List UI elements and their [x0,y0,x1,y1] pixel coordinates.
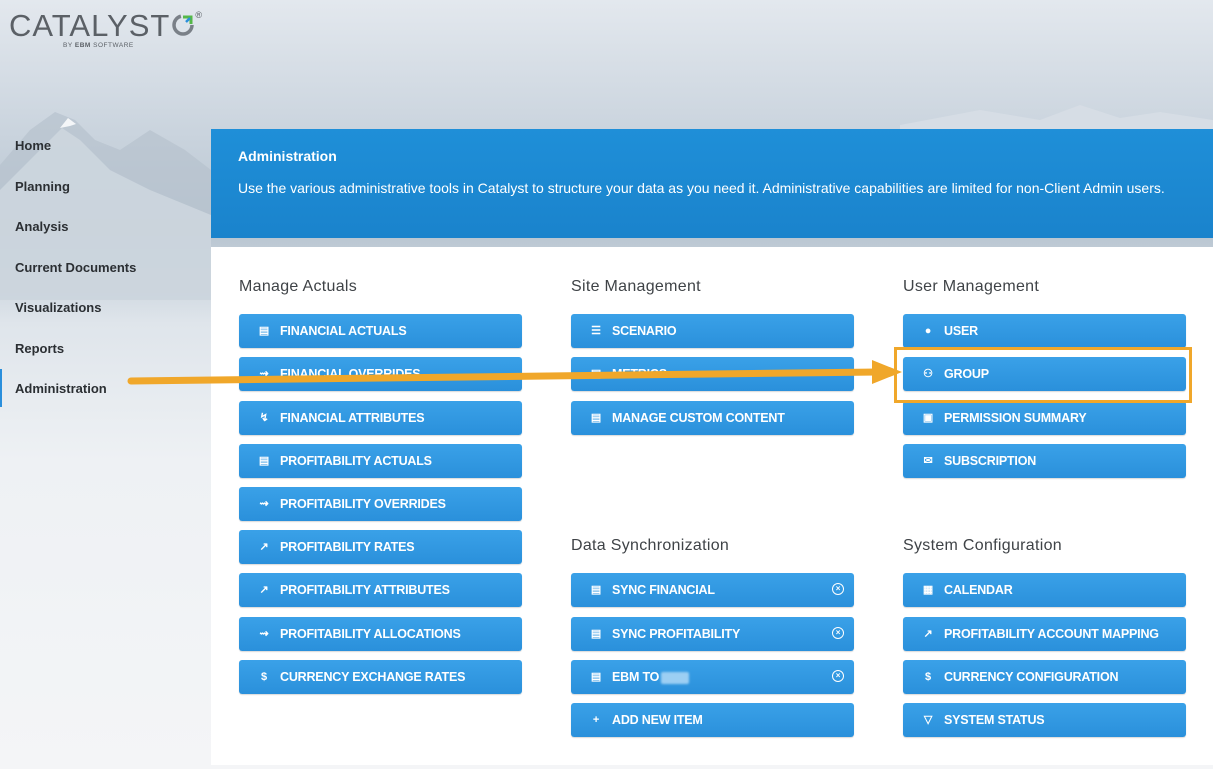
list-icon: ▤ [590,412,602,424]
list-icon: ▤ [590,584,602,596]
subscription-icon: ✉ [923,455,933,467]
calendar-icon: ▦ [922,584,934,596]
sync-financial-button[interactable]: ▤ SYNC FINANCIAL × [571,573,854,607]
admin-tools-panel: Manage Actuals ▤ FINANCIAL ACTUALS ⇝ FINAN… [211,247,1213,765]
currency-exchange-rates-button[interactable]: $ CURRENCY EXCHANGE RATES [239,660,522,694]
status-icon: ▽ [923,714,933,726]
sidebar-item-home[interactable]: Home [0,126,200,167]
ebm-to-sync-button[interactable]: ▤ EBM TO × [571,660,854,694]
metrics-button[interactable]: ▤ METRICS [571,357,854,391]
sidebar-item-visualizations[interactable]: Visualizations [0,288,200,329]
redacted-text [661,671,690,684]
profitability-allocations-button[interactable]: ⇝ PROFITABILITY ALLOCATIONS [239,617,522,651]
attribute-icon: ↯ [259,412,269,424]
profitability-actuals-button[interactable]: ▤ PROFITABILITY ACTUALS [239,444,522,478]
list-icon: ▤ [590,628,602,640]
active-nav-indicator [0,369,2,407]
sidebar-item-administration[interactable]: Administration [0,369,200,410]
catalyst-logo: CATALYST ® BY EBM SOFTWARE [9,8,202,49]
section-title-manage-actuals: Manage Actuals [239,278,358,295]
sidebar-item-reports[interactable]: Reports [0,329,200,370]
manage-custom-content-button[interactable]: ▤ MANAGE CUSTOM CONTENT [571,401,854,435]
list-icon: ▤ [258,455,270,467]
remove-icon[interactable]: × [832,583,844,595]
scenario-button[interactable]: ☰ SCENARIO [571,314,854,348]
subscription-button[interactable]: ✉ SUBSCRIPTION [903,444,1186,478]
profitability-account-mapping-button[interactable]: ↗ PROFITABILITY ACCOUNT MAPPING [903,617,1186,651]
remove-icon[interactable]: × [832,670,844,682]
sidebar-item-planning[interactable]: Planning [0,167,200,208]
profitability-overrides-button[interactable]: ⇝ PROFITABILITY OVERRIDES [239,487,522,521]
logo-mark-icon [171,13,195,37]
calendar-button[interactable]: ▦ CALENDAR [903,573,1186,607]
sidebar-nav: Home Planning Analysis Current Documents… [0,126,200,410]
override-icon: ⇝ [259,368,269,380]
list-icon: ▤ [258,325,270,337]
trend-icon: ↗ [259,584,269,596]
financial-overrides-button[interactable]: ⇝ FINANCIAL OVERRIDES [239,357,522,391]
profitability-attributes-button[interactable]: ↗ PROFITABILITY ATTRIBUTES [239,573,522,607]
logo-byline: BY EBM SOFTWARE [63,42,134,49]
list-icon: ▤ [590,368,602,380]
list-icon: ▤ [590,671,602,683]
page-description: Use the various administrative tools in … [238,180,1165,196]
admin-header-panel: Administration Use the various administr… [211,129,1213,238]
financial-actuals-button[interactable]: ▤ FINANCIAL ACTUALS [239,314,522,348]
plus-icon: + [592,714,600,726]
section-title-user-management: User Management [903,278,1040,295]
scenario-icon: ☰ [591,325,601,337]
currency-configuration-button[interactable]: $ CURRENCY CONFIGURATION [903,660,1186,694]
system-status-button[interactable]: ▽ SYSTEM STATUS [903,703,1186,737]
section-title-data-synchronization: Data Synchronization [571,537,730,554]
currency-icon: $ [925,671,931,683]
section-title-site-management: Site Management [571,278,701,295]
sync-profitability-button[interactable]: ▤ SYNC PROFITABILITY × [571,617,854,651]
section-title-system-configuration: System Configuration [903,537,1062,554]
override-icon: ⇝ [259,628,269,640]
trend-icon: ↗ [923,628,933,640]
group-highlight-box [894,347,1192,403]
override-icon: ⇝ [259,498,269,510]
currency-icon: $ [261,671,267,683]
permission-summary-button[interactable]: ▣ PERMISSION SUMMARY [903,401,1186,435]
page-title: Administration [238,148,337,164]
sidebar-item-current-documents[interactable]: Current Documents [0,248,200,289]
sidebar-item-analysis[interactable]: Analysis [0,207,200,248]
financial-attributes-button[interactable]: ↯ FINANCIAL ATTRIBUTES [239,401,522,435]
remove-icon[interactable]: × [832,627,844,639]
user-button[interactable]: ● USER [903,314,1186,348]
permission-icon: ▣ [922,412,934,424]
profitability-rates-button[interactable]: ↗ PROFITABILITY RATES [239,530,522,564]
logo-wordmark: CATALYST [9,8,171,43]
registered-mark: ® [195,10,202,20]
add-new-item-button[interactable]: + ADD NEW ITEM [571,703,854,737]
trend-icon: ↗ [259,541,269,553]
user-icon: ● [924,325,932,337]
